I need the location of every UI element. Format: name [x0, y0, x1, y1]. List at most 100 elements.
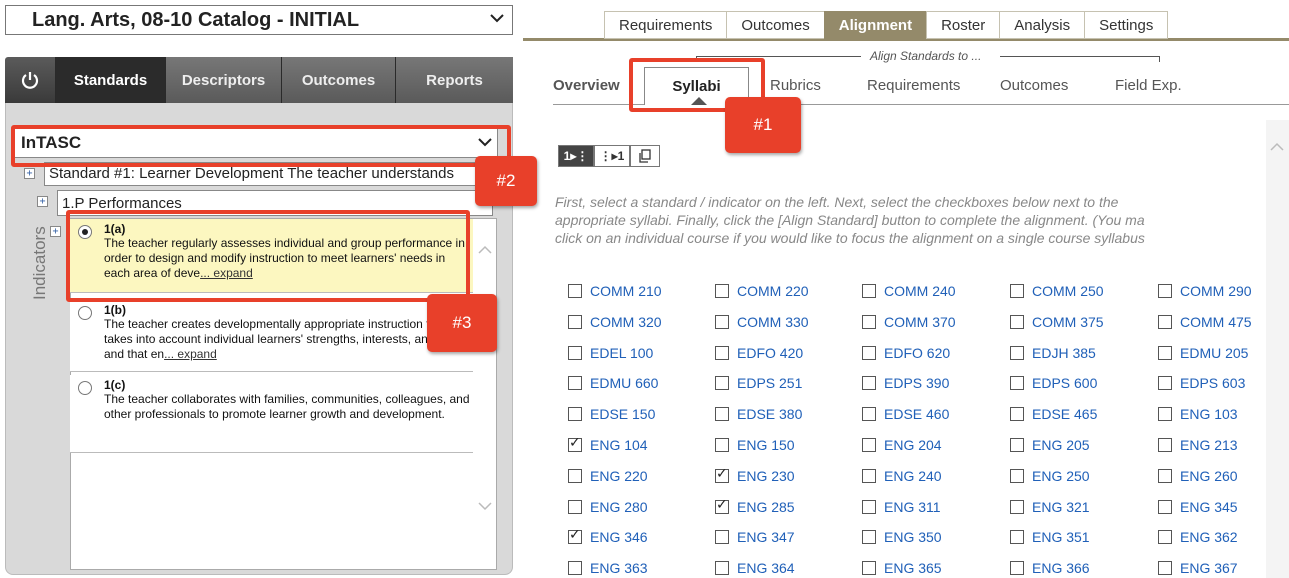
course-link[interactable]: ENG 351: [1032, 529, 1090, 545]
course-checkbox-item[interactable]: COMM 330: [715, 312, 809, 332]
course-checkbox[interactable]: [568, 499, 582, 514]
course-checkbox-item[interactable]: ENG 250: [1010, 466, 1090, 486]
tab-settings[interactable]: Settings: [1084, 11, 1169, 39]
course-checkbox[interactable]: [1158, 284, 1172, 298]
power-button[interactable]: [5, 57, 55, 103]
course-checkbox[interactable]: [715, 438, 729, 452]
course-checkbox-item[interactable]: EDPS 603: [1158, 373, 1245, 393]
course-checkbox[interactable]: [1010, 284, 1024, 298]
course-link[interactable]: EDMU 660: [590, 375, 658, 391]
tab-standards[interactable]: Standards: [55, 57, 165, 103]
course-link[interactable]: EDMU 205: [1180, 345, 1248, 361]
course-checkbox[interactable]: [568, 314, 582, 329]
course-link[interactable]: EDSE 150: [590, 406, 655, 422]
course-checkbox[interactable]: [1010, 499, 1024, 514]
course-checkbox-item[interactable]: ENG 104: [568, 435, 648, 455]
indicator-item[interactable]: 1(b) The teacher creates developmentally…: [70, 300, 473, 372]
course-checkbox[interactable]: [1158, 314, 1172, 329]
course-checkbox-item[interactable]: COMM 375: [1010, 312, 1104, 332]
course-checkbox[interactable]: [1010, 345, 1024, 360]
indicators-scrollbar[interactable]: [474, 219, 496, 569]
course-checkbox[interactable]: [1010, 438, 1024, 452]
course-checkbox-item[interactable]: EDPS 390: [862, 373, 949, 393]
course-checkbox-item[interactable]: ENG 285: [715, 497, 795, 517]
view-standard-to-courses-button[interactable]: 1▸⋮: [558, 145, 594, 167]
course-checkbox[interactable]: [862, 284, 876, 298]
course-checkbox-item[interactable]: COMM 210: [568, 281, 662, 301]
course-link[interactable]: ENG 205: [1032, 437, 1090, 453]
course-checkbox[interactable]: [1010, 376, 1024, 391]
course-link[interactable]: COMM 220: [737, 283, 809, 299]
tab-descriptors[interactable]: Descriptors: [165, 57, 281, 103]
course-checkbox[interactable]: [568, 345, 582, 360]
course-checkbox[interactable]: [862, 530, 876, 545]
course-checkbox-item[interactable]: ENG 346: [568, 527, 648, 547]
course-checkbox[interactable]: [1158, 530, 1172, 545]
course-link[interactable]: ENG 311: [884, 499, 941, 515]
course-checkbox[interactable]: [1010, 314, 1024, 329]
copy-button[interactable]: [630, 145, 660, 167]
course-link[interactable]: COMM 320: [590, 314, 662, 330]
course-checkbox-item[interactable]: ENG 363: [568, 558, 648, 578]
chevron-up-icon[interactable]: [478, 243, 492, 257]
course-checkbox[interactable]: [715, 407, 729, 422]
catalog-select[interactable]: Lang. Arts, 08-10 Catalog - INITIAL: [5, 5, 513, 35]
course-checkbox-item[interactable]: ENG 311: [862, 497, 941, 517]
course-link[interactable]: ENG 103: [1180, 406, 1238, 422]
course-link[interactable]: EDSE 380: [737, 406, 802, 422]
course-link[interactable]: ENG 220: [590, 468, 648, 484]
course-link[interactable]: COMM 370: [884, 314, 956, 330]
course-link[interactable]: ENG 365: [884, 560, 942, 576]
course-checkbox[interactable]: [1010, 530, 1024, 545]
main-scrollbar[interactable]: [1266, 120, 1289, 578]
course-checkbox-item[interactable]: ENG 213: [1158, 435, 1238, 455]
course-checkbox-item[interactable]: COMM 250: [1010, 281, 1104, 301]
course-checkbox-item[interactable]: ENG 365: [862, 558, 942, 578]
course-link[interactable]: ENG 346: [590, 529, 648, 545]
course-checkbox[interactable]: [1010, 561, 1024, 576]
course-checkbox[interactable]: [862, 345, 876, 360]
course-checkbox-item[interactable]: ENG 205: [1010, 435, 1090, 455]
course-link[interactable]: ENG 345: [1180, 499, 1238, 515]
course-checkbox-item[interactable]: EDSE 150: [568, 404, 655, 424]
subtab-rubrics[interactable]: Rubrics: [770, 77, 821, 94]
course-link[interactable]: ENG 250: [1032, 468, 1090, 484]
course-checkbox[interactable]: [862, 561, 876, 576]
course-link[interactable]: EDFO 420: [737, 345, 803, 361]
tab-reports[interactable]: Reports: [395, 57, 513, 103]
course-checkbox-item[interactable]: EDFO 620: [862, 343, 950, 363]
course-checkbox-item[interactable]: EDPS 251: [715, 373, 802, 393]
course-checkbox[interactable]: [568, 284, 582, 298]
course-checkbox[interactable]: [715, 314, 729, 329]
tab-requirements[interactable]: Requirements: [604, 11, 727, 39]
expand-performances-icon[interactable]: +: [37, 196, 48, 207]
course-checkbox[interactable]: [568, 407, 582, 422]
course-link[interactable]: ENG 213: [1180, 437, 1238, 453]
course-checkbox-item[interactable]: ENG 240: [862, 466, 942, 486]
course-link[interactable]: ENG 364: [737, 560, 795, 576]
course-checkbox[interactable]: [568, 527, 582, 545]
view-courses-to-standard-button[interactable]: ⋮▸1: [594, 145, 630, 167]
course-checkbox[interactable]: [862, 468, 876, 483]
expand-standard-icon[interactable]: +: [24, 168, 35, 179]
tab-roster[interactable]: Roster: [926, 11, 1000, 39]
course-link[interactable]: ENG 347: [737, 529, 795, 545]
course-checkbox[interactable]: [715, 530, 729, 545]
course-checkbox[interactable]: [1158, 438, 1172, 452]
course-link[interactable]: COMM 375: [1032, 314, 1104, 330]
course-checkbox[interactable]: [568, 435, 582, 452]
course-checkbox-item[interactable]: ENG 362: [1158, 527, 1238, 547]
course-checkbox[interactable]: [715, 466, 729, 483]
course-link[interactable]: EDSE 460: [884, 406, 949, 422]
course-link[interactable]: EDFO 620: [884, 345, 950, 361]
course-checkbox[interactable]: [568, 561, 582, 576]
chevron-up-icon[interactable]: [1270, 140, 1284, 154]
indicator-radio[interactable]: [78, 306, 92, 320]
course-checkbox[interactable]: [1158, 499, 1172, 514]
indicator-item[interactable]: 1(c) The teacher collaborates with famil…: [70, 375, 473, 453]
course-checkbox[interactable]: [715, 345, 729, 360]
course-checkbox-item[interactable]: ENG 220: [568, 466, 648, 486]
course-checkbox[interactable]: [1010, 407, 1024, 422]
subtab-requirements[interactable]: Requirements: [867, 77, 960, 94]
course-checkbox-item[interactable]: ENG 150: [715, 435, 795, 455]
